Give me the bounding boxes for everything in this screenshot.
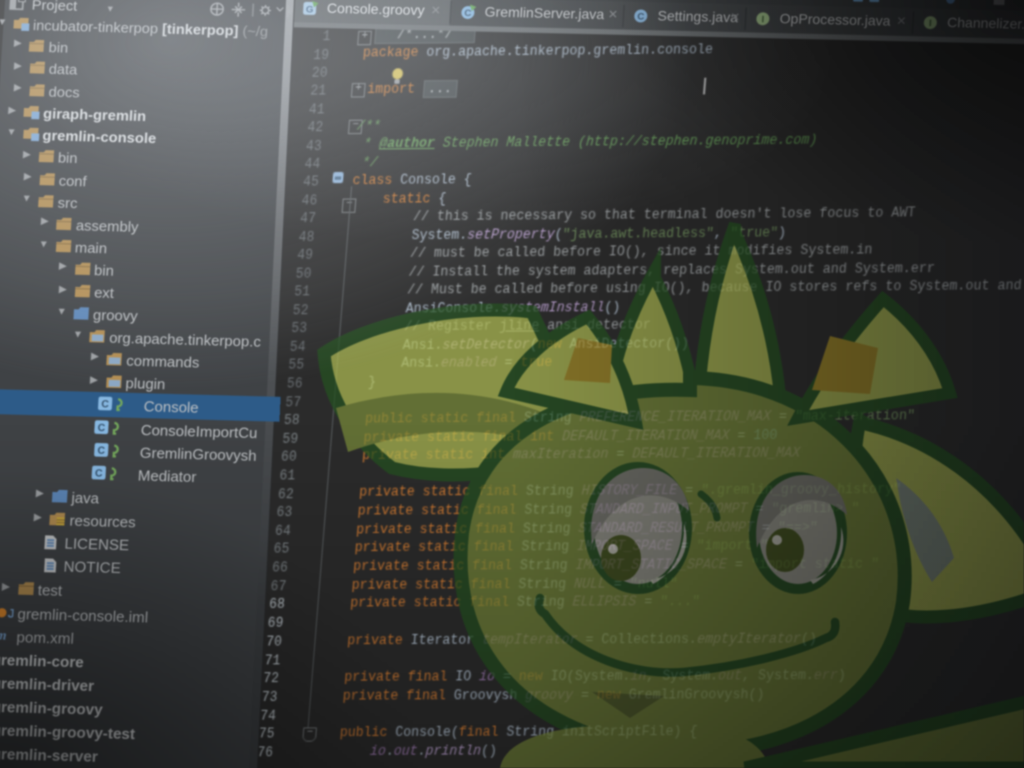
svg-text:C: C [98, 422, 106, 434]
svg-text:G: G [305, 5, 313, 16]
svg-text:C: C [101, 399, 109, 411]
svg-text:C: C [637, 12, 645, 23]
svg-text:C: C [95, 468, 103, 480]
svg-text:C: C [464, 8, 472, 19]
svg-text:JI: JI [7, 605, 14, 620]
svg-text:C: C [97, 445, 105, 457]
svg-text:m: m [0, 627, 7, 642]
